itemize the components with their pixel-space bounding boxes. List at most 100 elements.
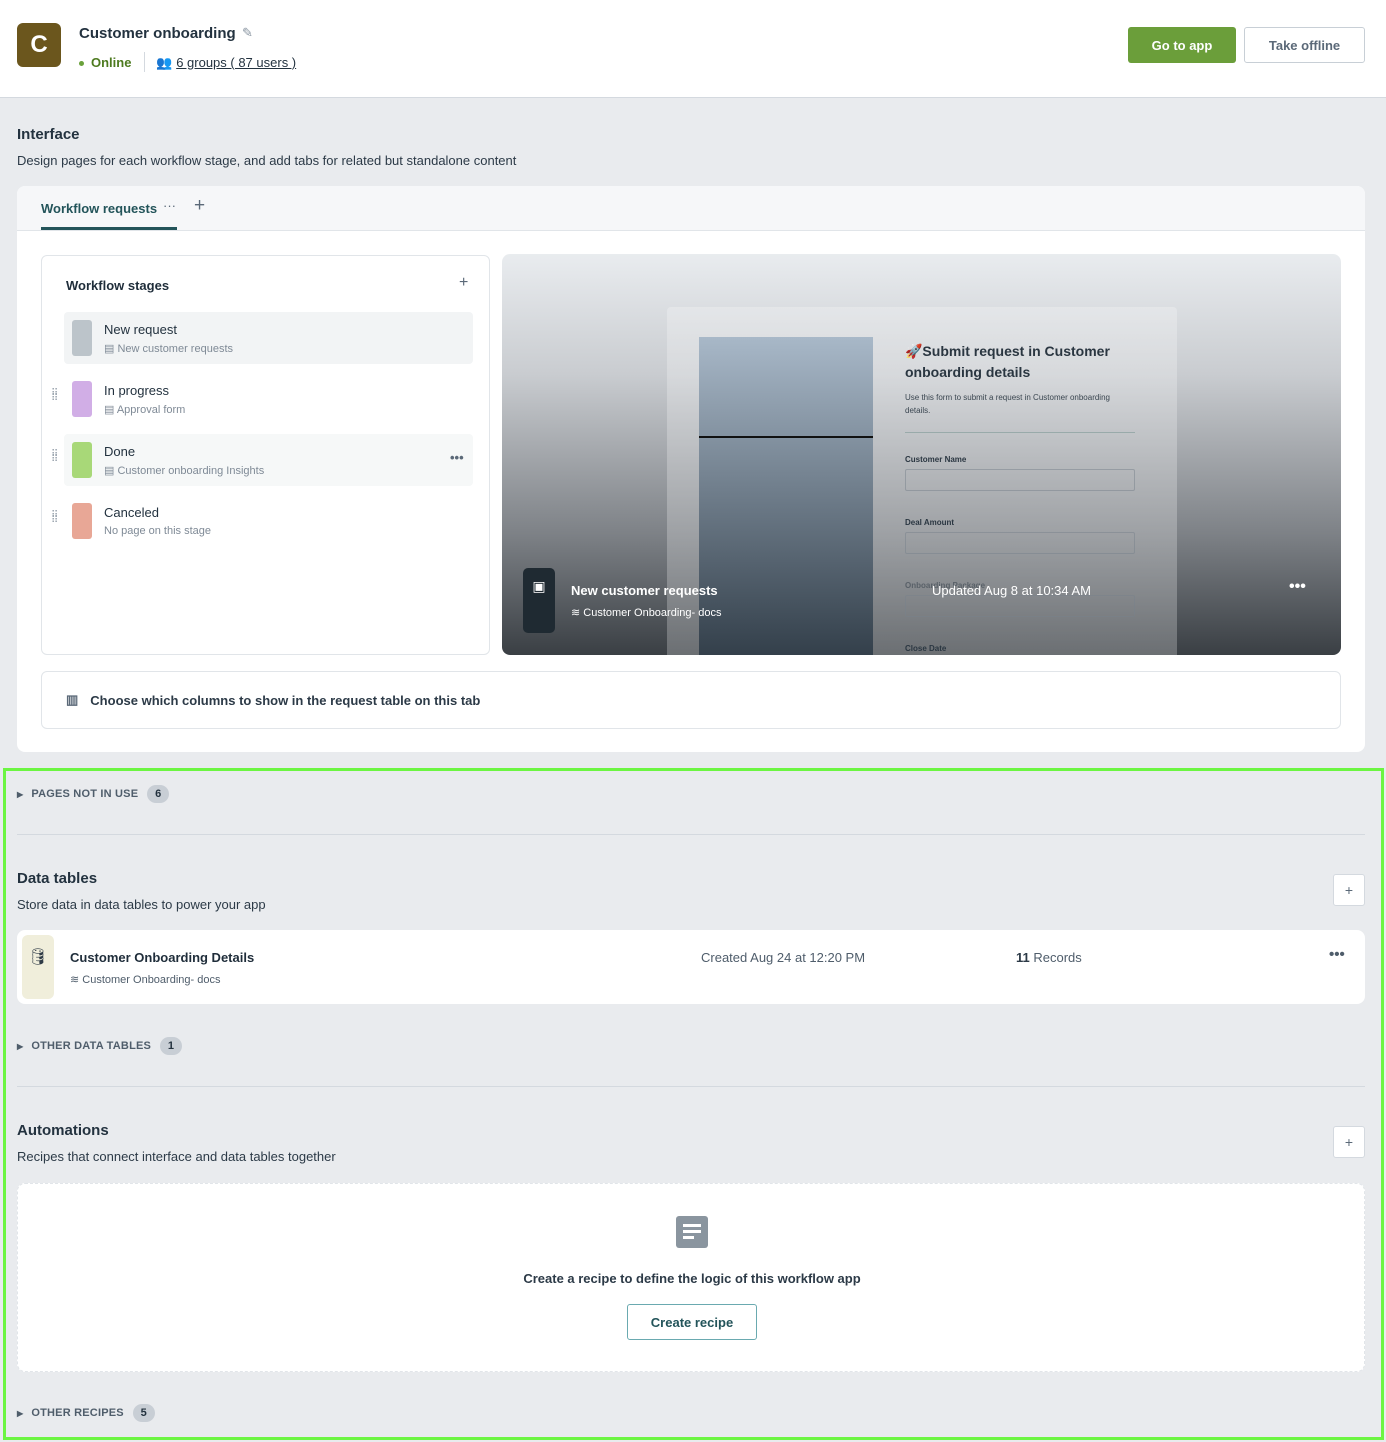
- automations-heading: Automations: [17, 1122, 109, 1139]
- stage-page: ▤ Customer onboarding Insights: [104, 464, 264, 477]
- stack-icon: ≋: [571, 607, 584, 619]
- add-tab-icon[interactable]: +: [194, 195, 205, 217]
- stage-color-swatch: [72, 442, 92, 478]
- count-badge: 6: [147, 785, 170, 803]
- interface-subtitle: Design pages for each workflow stage, an…: [17, 153, 517, 168]
- recipes-empty-state: Create a recipe to define the logic of t…: [17, 1183, 1365, 1372]
- pages-not-in-use-toggle[interactable]: ▶ PAGES NOT IN USE 6: [17, 785, 170, 803]
- add-data-table-button[interactable]: +: [1333, 874, 1365, 906]
- interface-card: Workflow requests ··· + Workflow stages …: [17, 186, 1365, 752]
- status-label: Online: [91, 55, 132, 70]
- create-recipe-button[interactable]: Create recipe: [627, 1304, 757, 1340]
- data-tables-subtitle: Store data in data tables to power your …: [17, 897, 266, 912]
- divider: [17, 834, 1365, 835]
- caret-right-icon: ▶: [17, 789, 24, 799]
- users-icon: 👥: [156, 55, 173, 70]
- stage-name: In progress: [104, 383, 170, 398]
- page-icon: ▤: [104, 404, 117, 416]
- form-preview: 🚀Submit request in Customer onboarding d…: [667, 307, 1177, 655]
- data-table-row[interactable]: 🛢 Customer Onboarding Details ≋ Customer…: [17, 930, 1365, 1004]
- automations-subtitle: Recipes that connect interface and data …: [17, 1149, 336, 1164]
- groups-users-link[interactable]: 6 groups ( 87 users ): [176, 55, 296, 70]
- stack-icon: ≋: [70, 974, 83, 986]
- count-badge: 1: [160, 1037, 183, 1055]
- stage-color-swatch: [72, 320, 92, 356]
- drag-handle-icon[interactable]: ⠿ ⠿: [51, 511, 58, 526]
- stage-page-label: New customer requests: [117, 343, 233, 355]
- divider: [17, 1086, 1365, 1087]
- page-name: New customer requests: [571, 583, 718, 598]
- data-table-created: Created Aug 24 at 12:20 PM: [701, 950, 866, 965]
- add-automation-button[interactable]: +: [1333, 1126, 1365, 1158]
- page-updated: Updated Aug 8 at 10:34 AM: [932, 583, 1092, 598]
- field-input: [905, 595, 1135, 617]
- section-label: OTHER DATA TABLES: [31, 1040, 152, 1052]
- other-recipes-toggle[interactable]: ▶ OTHER RECIPES 5: [17, 1404, 155, 1422]
- stage-page: ▤ New customer requests: [104, 342, 233, 355]
- workflow-stages-title: Workflow stages: [66, 278, 170, 293]
- columns-hint: Choose which columns to show in the requ…: [90, 692, 481, 708]
- field-label: Customer Name: [905, 455, 967, 464]
- field-label: Deal Amount: [905, 518, 955, 527]
- stage-more-icon[interactable]: •••: [450, 450, 464, 465]
- caret-right-icon: ▶: [17, 1041, 24, 1051]
- stage-item[interactable]: ⠿ ⠿ Canceled No page on this stage: [51, 495, 473, 547]
- stage-item[interactable]: ⠿ ⠿ In progress ▤ Approval form: [51, 373, 473, 425]
- records-count: 11: [1016, 950, 1030, 965]
- form-cover-image: [699, 337, 873, 655]
- stage-color-swatch: [72, 503, 92, 539]
- page-source: ≋ Customer Onboarding- docs: [571, 606, 721, 619]
- recipe-icon: [676, 1216, 708, 1248]
- count-badge: 5: [132, 1404, 155, 1422]
- stage-item[interactable]: ⠿ ⠿ Done ▤ Customer onboarding Insights •…: [51, 434, 473, 486]
- divider: [905, 432, 1135, 433]
- page-icon: ▤: [104, 343, 118, 355]
- data-table-source: ≋ Customer Onboarding- docs: [70, 973, 220, 986]
- stage-page: No page on this stage: [104, 525, 212, 537]
- stage-color-swatch: [72, 381, 92, 417]
- take-offline-button[interactable]: Take offline: [1244, 27, 1365, 63]
- stage-page: ▤ Approval form: [104, 403, 185, 416]
- data-table-records: 11 Records: [1016, 950, 1082, 965]
- other-data-tables-toggle[interactable]: ▶ OTHER DATA TABLES 1: [17, 1037, 183, 1055]
- section-label: PAGES NOT IN USE: [31, 788, 139, 800]
- status-dot-icon: [79, 61, 84, 67]
- data-table-name: Customer Onboarding Details: [70, 950, 255, 965]
- active-tab-indicator: [41, 227, 177, 230]
- empty-state-text: Create a recipe to define the logic of t…: [523, 1271, 861, 1286]
- database-icon: 🛢: [22, 935, 54, 999]
- interface-heading: Interface: [17, 126, 80, 143]
- data-table-source-label: Customer Onboarding- docs: [82, 974, 221, 986]
- stage-item[interactable]: New request ▤ New customer requests: [64, 312, 473, 364]
- data-table-more-icon[interactable]: •••: [1329, 946, 1345, 963]
- stage-name: Done: [104, 444, 136, 459]
- add-stage-icon[interactable]: +: [459, 274, 468, 292]
- page-source-label: Customer Onboarding- docs: [583, 607, 722, 619]
- app-logo: C: [17, 23, 61, 67]
- form-title: 🚀Submit request in Customer onboarding d…: [905, 343, 1110, 380]
- status-indicator: Online: [79, 55, 131, 70]
- caret-right-icon: ▶: [17, 1408, 24, 1418]
- divider: [699, 436, 873, 438]
- workflow-stages-panel: Workflow stages + New request ▤ New cust…: [41, 255, 490, 655]
- go-to-app-button[interactable]: Go to app: [1128, 27, 1236, 63]
- columns-icon: ▥: [66, 692, 79, 707]
- form-description: Use this form to submit a request in Cus…: [905, 393, 1110, 415]
- records-label: Records: [1033, 950, 1082, 965]
- columns-settings-button[interactable]: ▥ Choose which columns to show in the req…: [41, 671, 1341, 729]
- stage-name: Canceled: [104, 505, 159, 520]
- divider: [144, 52, 145, 72]
- tab-more-icon[interactable]: ···: [163, 198, 176, 213]
- drag-handle-icon[interactable]: ⠿ ⠿: [51, 389, 58, 404]
- users-info: 👥 6 groups ( 87 users ): [156, 55, 296, 71]
- tab-bar: Workflow requests ··· +: [17, 186, 1365, 231]
- edit-pencil-icon[interactable]: ✎: [242, 25, 253, 41]
- page-preview-thumbnail[interactable]: 🚀Submit request in Customer onboarding d…: [502, 254, 1341, 655]
- app-header: C Customer onboarding ✎ Online 👥 6 groups…: [0, 0, 1386, 98]
- tab-workflow-requests[interactable]: Workflow requests: [41, 201, 157, 216]
- field-input: [905, 469, 1135, 491]
- drag-handle-icon[interactable]: ⠿ ⠿: [51, 450, 58, 465]
- page-more-icon[interactable]: •••: [1289, 578, 1306, 596]
- stage-page-label: Approval form: [116, 404, 186, 416]
- stage-name: New request: [104, 322, 177, 337]
